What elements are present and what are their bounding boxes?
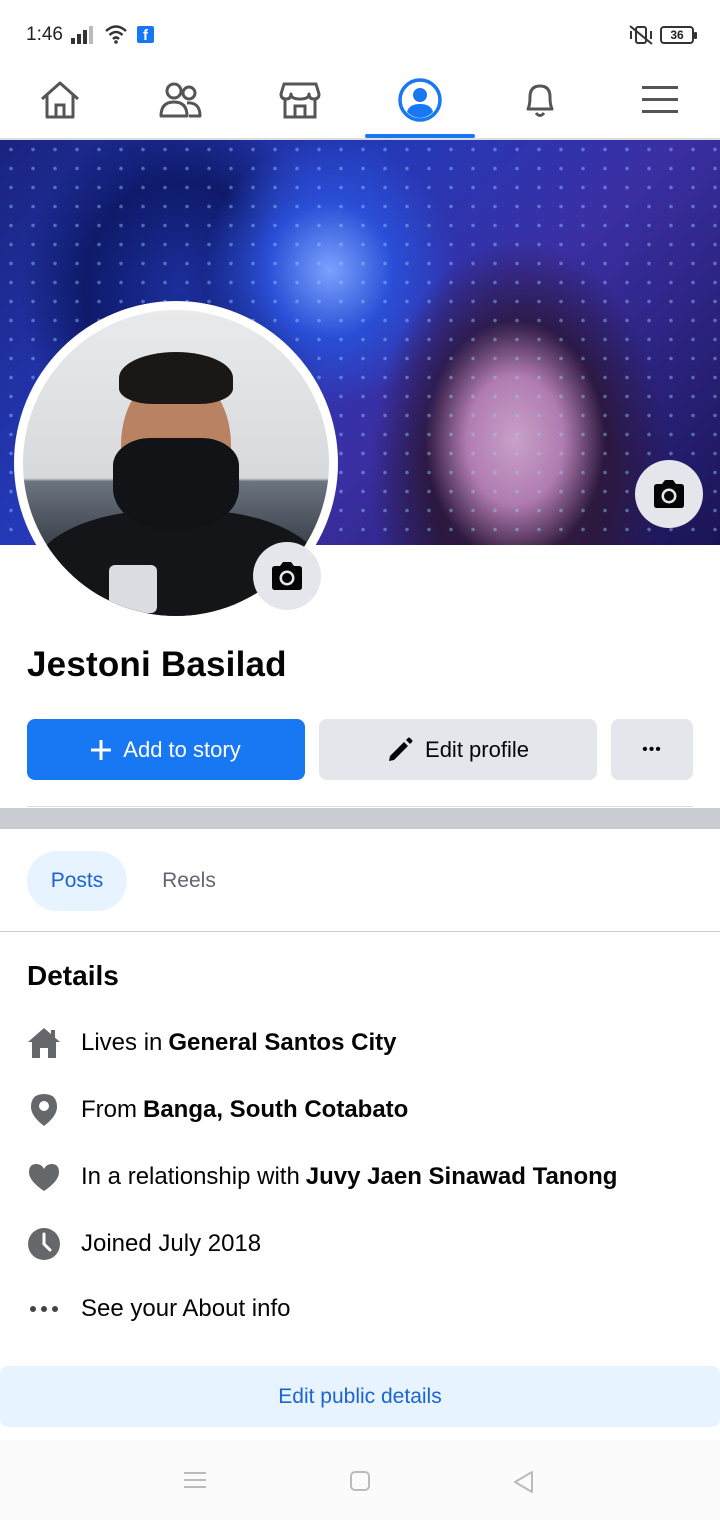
see-about-label: See your About info (81, 1295, 291, 1322)
plus-icon (91, 739, 112, 760)
relationship-prefix: In a relationship with (81, 1163, 300, 1190)
profile-name: Jestoni Basilad (27, 645, 287, 684)
more-dots-icon (30, 1306, 58, 1312)
top-nav (0, 62, 720, 140)
battery-icon: 36 (660, 26, 697, 44)
edit-public-details-button[interactable]: Edit public details (0, 1366, 720, 1427)
profile-tabs: Posts Reels (0, 829, 720, 932)
heart-icon (29, 1164, 59, 1191)
pencil-icon (389, 737, 413, 761)
nav-friends[interactable] (125, 62, 235, 138)
from-value: Banga, South Cotabato (143, 1096, 409, 1123)
tab-posts[interactable]: Posts (27, 851, 127, 911)
section-separator (0, 808, 720, 829)
house-icon (28, 1028, 60, 1058)
signal-icon (71, 26, 93, 44)
status-time: 1:46 (26, 24, 63, 45)
camera-icon (654, 480, 684, 508)
status-bar: 1:46 f 36 (0, 0, 720, 70)
add-to-story-button[interactable]: Add to story (27, 719, 305, 780)
lives-in-prefix: Lives in (81, 1029, 163, 1056)
nav-menu[interactable] (605, 62, 715, 138)
home-button-icon[interactable] (349, 1470, 371, 1492)
nav-home[interactable] (5, 62, 115, 138)
recents-icon[interactable] (184, 1470, 206, 1490)
relationship-value: Juvy Jaen Sinawad Tanong (305, 1163, 618, 1190)
detail-from[interactable]: From Banga, South Cotabato (27, 1090, 408, 1130)
nav-profile[interactable] (365, 62, 475, 138)
wifi-icon (105, 25, 127, 44)
see-about-info[interactable]: See your About info (27, 1289, 290, 1329)
edit-profile-button[interactable]: Edit profile (319, 719, 597, 780)
profile-icon (398, 78, 442, 122)
cover-photo-camera-button[interactable] (635, 460, 703, 528)
divider (27, 806, 693, 807)
detail-lives-in[interactable]: Lives in General Santos City (27, 1023, 396, 1063)
detail-relationship[interactable]: In a relationship with Juvy Jaen Sinawad… (27, 1157, 617, 1197)
friends-icon (159, 82, 202, 118)
location-pin-icon (31, 1094, 57, 1126)
nav-marketplace[interactable] (245, 62, 355, 138)
profile-picture-camera-button[interactable] (253, 542, 321, 610)
details-heading: Details (27, 960, 119, 991)
vibrate-mute-icon (629, 25, 653, 45)
from-prefix: From (81, 1096, 137, 1123)
back-icon[interactable] (512, 1470, 534, 1494)
home-icon (41, 81, 79, 119)
nav-notifications[interactable] (485, 62, 595, 138)
more-options-button[interactable]: ••• (611, 719, 693, 780)
marketplace-icon (279, 82, 321, 119)
camera-icon (272, 562, 302, 590)
menu-icon (642, 86, 678, 113)
edit-profile-label: Edit profile (425, 736, 529, 762)
nav-active-indicator (365, 134, 475, 138)
detail-joined[interactable]: Joined July 2018 (27, 1224, 261, 1264)
system-nav-bar (0, 1440, 720, 1520)
lives-in-value: General Santos City (168, 1029, 397, 1056)
clock-icon (28, 1228, 60, 1260)
add-to-story-label: Add to story (123, 736, 241, 762)
joined-text: Joined July 2018 (81, 1230, 262, 1257)
facebook-notification-icon: f (137, 26, 154, 44)
tab-reels[interactable]: Reels (140, 851, 238, 911)
bell-icon (526, 84, 554, 117)
more-dots-icon: ••• (642, 740, 662, 758)
